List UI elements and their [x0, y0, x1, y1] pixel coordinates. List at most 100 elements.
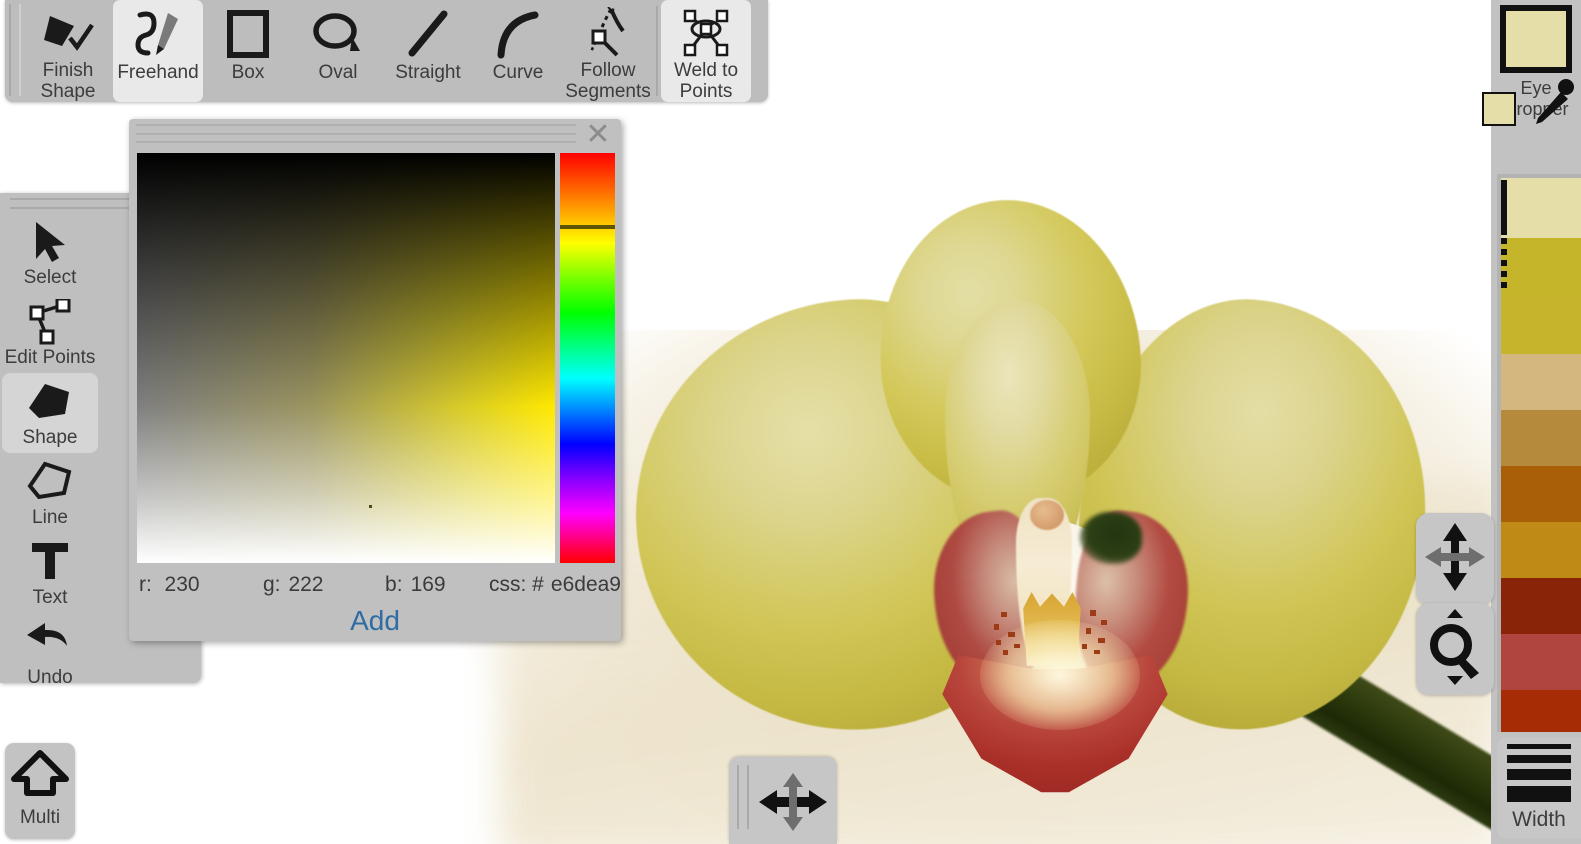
sidebar-item-label: Edit Points: [4, 347, 96, 368]
zoom-canvas-button[interactable]: [1416, 603, 1494, 695]
current-color-swatch[interactable]: [1500, 5, 1572, 73]
color-values-row: r: 230 g: 222 b: 169 css: # e6dea9: [129, 567, 621, 603]
color-picker-dialog: ✕ r: 230 g: 222 b: 169 css: # e6dea9 Add: [129, 119, 621, 641]
weld-to-points-icon: [677, 6, 735, 60]
panel-drag-handle[interactable]: [729, 757, 837, 844]
tool-box[interactable]: Box: [203, 0, 293, 102]
palette-cursor-dashed: [1501, 238, 1507, 290]
follow-segments-icon: [581, 6, 635, 60]
undo-arrow-icon: [25, 617, 75, 667]
css-value[interactable]: e6dea9: [551, 573, 621, 597]
toolbar-drag-grip[interactable]: [9, 4, 21, 96]
tool-label: Straight: [395, 62, 461, 83]
palette-cursor-solid: [1501, 180, 1507, 235]
css-label: css: #: [488, 573, 544, 596]
tool-follow-segments[interactable]: Follow Segments: [563, 0, 653, 102]
sidebar-item-label: Select: [23, 267, 77, 288]
move-four-way-arrows-icon: [1423, 521, 1487, 598]
tool-label: Oval: [318, 62, 358, 83]
tool-weld-to-points[interactable]: Weld to Points: [661, 0, 751, 102]
move-four-way-arrows-icon: [757, 771, 829, 838]
editor-window: Finish Shape Freehand Box Oval Straight …: [0, 0, 1581, 844]
text-t-icon: [28, 537, 72, 587]
dialog-title-bar[interactable]: ✕: [129, 119, 621, 153]
magnifier-zoom-icon: [1423, 608, 1487, 690]
sidebar-item-select[interactable]: Select: [2, 213, 98, 293]
rectangle-icon: [225, 6, 271, 62]
b-value: 169: [410, 573, 446, 596]
palette-swatch-8[interactable]: [1501, 634, 1581, 690]
g-label: g:: [262, 573, 281, 596]
sidebar-item-edit-points[interactable]: Edit Points: [2, 293, 98, 373]
hue-slider-marker[interactable]: [560, 224, 615, 229]
sidebar-item-undo[interactable]: Undo: [2, 613, 98, 693]
color-palette: [1497, 174, 1581, 732]
width-button[interactable]: Width: [1497, 738, 1581, 838]
sidebar-item-label: Text: [32, 587, 68, 608]
line-width-icon: [1507, 744, 1571, 808]
finish-shape-icon: [40, 6, 96, 60]
multi-button-label: Multi: [19, 807, 61, 828]
outline-polygon-icon: [25, 457, 75, 507]
palette-swatch-4[interactable]: [1501, 410, 1581, 466]
orchid-anther-cap: [1030, 500, 1064, 530]
drawing-tools-toolbar: Finish Shape Freehand Box Oval Straight …: [5, 0, 768, 102]
multi-button[interactable]: Multi: [5, 743, 75, 839]
palette-swatch-0[interactable]: [1501, 178, 1581, 238]
tool-straight[interactable]: Straight: [383, 0, 473, 102]
r-label: r:: [139, 573, 152, 596]
eye-dropper-button[interactable]: Eye Dropper: [1482, 78, 1581, 150]
sidebar-item-text[interactable]: Text: [2, 533, 98, 613]
close-x-icon[interactable]: ✕: [581, 120, 615, 151]
tool-label-2: Segments: [565, 81, 651, 102]
b-label: b:: [385, 573, 403, 596]
oval-icon: [310, 6, 366, 62]
palette-swatch-5[interactable]: [1501, 466, 1581, 522]
tool-finish-shape[interactable]: Finish Shape: [23, 0, 113, 102]
sidebar-item-line[interactable]: Line: [2, 453, 98, 533]
tool-label: Freehand: [117, 62, 199, 83]
toolbar-separator: [656, 6, 658, 96]
tool-label: Box: [231, 62, 265, 83]
palette-swatch-9[interactable]: [1501, 690, 1581, 732]
palette-swatch-1[interactable]: [1501, 238, 1581, 296]
right-color-panel: Eye Dropper Width: [1482, 0, 1581, 844]
pan-canvas-button[interactable]: [1416, 513, 1494, 605]
tool-label-2: Shape: [40, 81, 96, 102]
g-value: 222: [288, 573, 324, 596]
saturation-value-field[interactable]: [137, 153, 555, 563]
tool-freehand[interactable]: Freehand: [113, 0, 203, 102]
tool-label: Curve: [492, 62, 544, 83]
palette-swatch-2[interactable]: [1501, 296, 1581, 354]
sidebar-item-shape[interactable]: Shape: [2, 373, 98, 453]
palette-swatch-6[interactable]: [1501, 522, 1581, 578]
width-button-label: Width: [1512, 808, 1566, 831]
eye-dropper-swatch: [1482, 92, 1517, 126]
orchid-center-glow: [980, 620, 1140, 730]
hue-slider[interactable]: [560, 153, 615, 563]
sidebar-item-label: Line: [32, 507, 68, 528]
tool-oval[interactable]: Oval: [293, 0, 383, 102]
freehand-pen-icon: [130, 6, 186, 62]
straight-line-icon: [403, 6, 453, 62]
cursor-arrow-icon: [28, 217, 72, 267]
sidebar-item-label: Shape: [22, 427, 78, 448]
orchid-shadow-spot: [1080, 512, 1142, 564]
palette-swatch-7[interactable]: [1501, 578, 1581, 634]
tool-label-2: Points: [679, 81, 733, 102]
edit-points-icon: [25, 297, 75, 347]
tool-curve[interactable]: Curve: [473, 0, 563, 102]
left-panel-column-1: Select Edit Points Shape Line Text Undo: [0, 213, 100, 693]
add-color-button[interactable]: Add: [129, 605, 621, 641]
dialog-drag-lines[interactable]: [136, 124, 576, 143]
r-value: 230: [164, 573, 200, 596]
panel-grip-lines: [737, 765, 749, 829]
filled-polygon-icon: [25, 377, 75, 427]
tool-label: Weld to: [673, 60, 739, 81]
up-arrow-multi-icon: [11, 749, 69, 807]
curve-icon: [493, 6, 543, 62]
sv-selector-dot: [369, 505, 372, 508]
palette-swatch-3[interactable]: [1501, 354, 1581, 410]
sidebar-item-label: Undo: [27, 667, 73, 688]
tool-label: Follow: [580, 60, 636, 81]
